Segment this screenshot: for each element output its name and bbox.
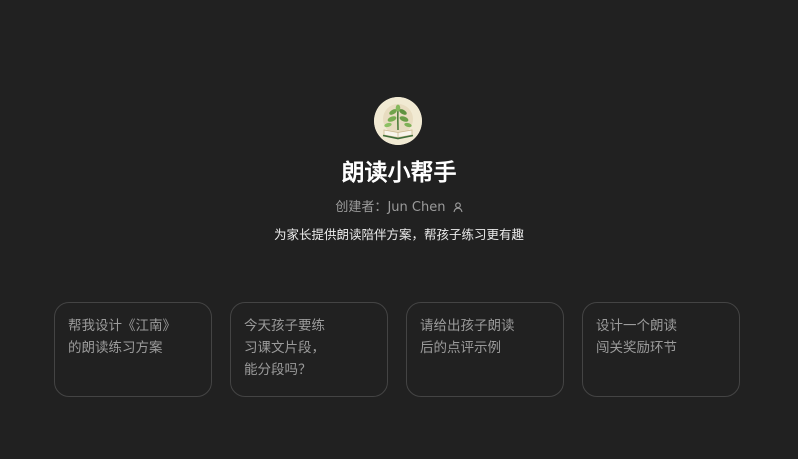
starter-text-line: 后的点评示例 [420, 340, 501, 356]
assistant-title: 朗读小帮手 [341, 160, 457, 186]
assistant-description: 为家长提供朗读陪伴方案，帮孩子练习更有趣 [273, 227, 524, 242]
starter-text-line: 的朗读练习方案 [68, 340, 163, 356]
starter-text-line: 习课文片段， [244, 340, 325, 356]
creator-name[interactable]: Jun Chen [387, 200, 445, 215]
person-icon [453, 200, 463, 220]
starter-text-line: 今天孩子要练 [244, 318, 325, 334]
gpt-landing-page: 朗读小帮手 创建者：Jun Chen 为家长提供朗读陪伴方案，帮孩子练习更有趣 … [0, 0, 798, 459]
starter-card[interactable]: 帮我设计《江南》 的朗读练习方案 [54, 302, 212, 397]
starter-text-line: 闯关奖励环节 [596, 340, 677, 356]
starter-card[interactable]: 今天孩子要练 习课文片段， 能分段吗？ [230, 302, 388, 397]
starter-card[interactable]: 设计一个朗读 闯关奖励环节 [582, 302, 740, 397]
starter-text-line: 能分段吗？ [244, 362, 312, 378]
creator-label: 创建者： [335, 200, 388, 215]
book-with-plant-icon [374, 97, 422, 145]
starter-text-line: 设计一个朗读 [596, 318, 677, 334]
creator-line: 创建者：Jun Chen [0, 198, 798, 220]
starter-card[interactable]: 请给出孩子朗读 后的点评示例 [406, 302, 564, 397]
starter-text-line: 请给出孩子朗读 [420, 318, 515, 334]
starter-text-line: 帮我设计《江南》 [68, 318, 176, 334]
